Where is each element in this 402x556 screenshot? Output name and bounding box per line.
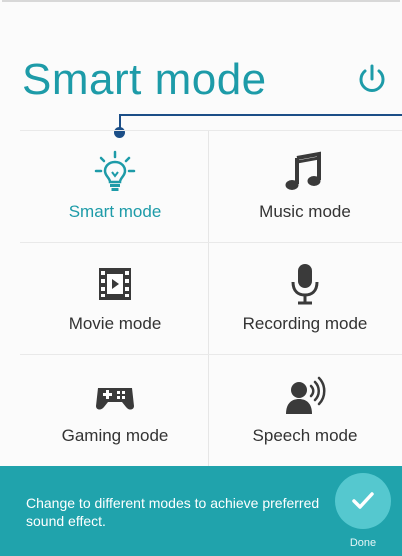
mode-label: Recording mode [242, 314, 368, 333]
gamepad-icon [93, 374, 137, 418]
speaker-person-icon [283, 374, 327, 418]
mode-label: Music mode [259, 202, 351, 221]
power-button[interactable] [354, 60, 390, 96]
mode-smart[interactable]: Smart mode [20, 130, 210, 242]
tip-bar: Change to different modes to achieve pre… [0, 466, 402, 556]
done-button[interactable] [335, 473, 391, 529]
header: Smart mode [0, 0, 402, 116]
mode-music[interactable]: Music mode [210, 130, 400, 242]
mode-label: Movie mode [68, 314, 162, 333]
mode-speech[interactable]: Speech mode [210, 354, 400, 466]
page-title: Smart mode [22, 55, 267, 104]
mode-label: Speech mode [252, 426, 358, 445]
mode-recording[interactable]: Recording mode [210, 242, 400, 354]
checkmark-icon [352, 492, 374, 509]
mode-movie[interactable]: Movie mode [20, 242, 210, 354]
sound-mode-screen: Smart mode Smart mode Music mode Movie m… [0, 0, 402, 556]
done-label: Done [349, 537, 377, 549]
lightbulb-icon [93, 150, 137, 194]
microphone-icon [283, 262, 327, 306]
power-icon [359, 64, 385, 92]
music-note-icon [283, 150, 327, 194]
callout-line [119, 114, 402, 116]
mode-gaming[interactable]: Gaming mode [20, 354, 210, 466]
mode-label: Gaming mode [61, 426, 169, 445]
film-icon [93, 262, 137, 306]
tip-text: Change to different modes to achieve pre… [26, 495, 320, 529]
mode-grid: Smart mode Music mode Movie mode Recordi… [20, 130, 402, 466]
mode-label: Smart mode [68, 202, 162, 221]
